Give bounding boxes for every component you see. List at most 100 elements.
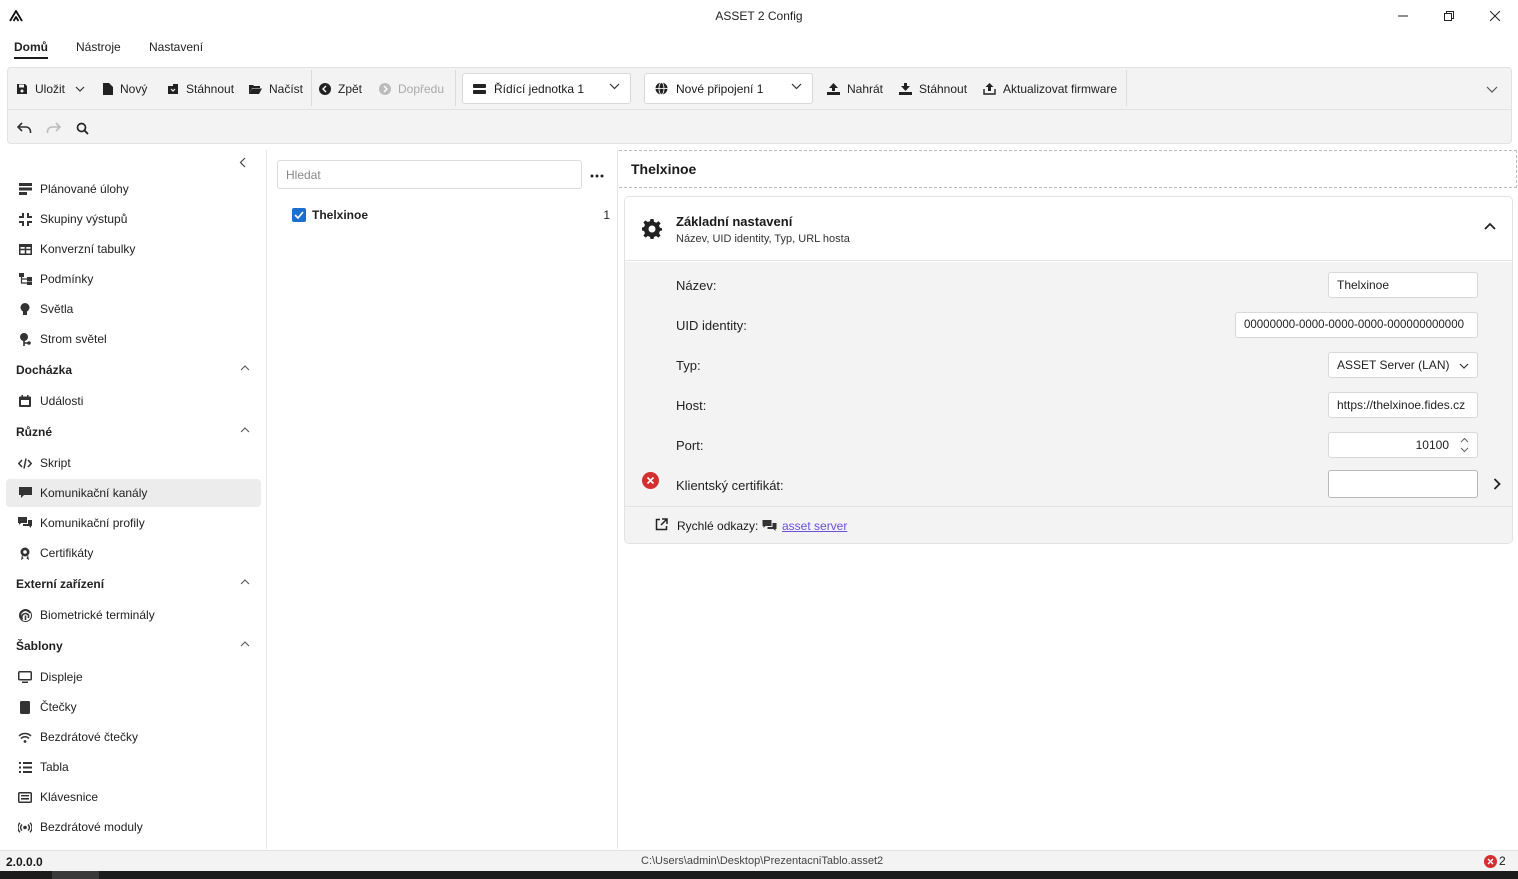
connection-select[interactable]: Nové připojení 1 [644,73,813,104]
port-stepper[interactable]: 10100 [1328,432,1478,458]
minimize-button[interactable] [1380,0,1426,32]
taskbar-app-button[interactable] [52,871,99,879]
control-unit-select[interactable]: Řídící jednotka 1 [462,73,631,104]
tab-home[interactable]: Domů [14,40,48,59]
chevron-down-icon [1486,86,1498,93]
redo-button[interactable] [46,118,68,138]
separator [1126,70,1127,106]
checkbox-checked-icon[interactable] [292,208,306,222]
save-button[interactable]: Uložit [16,79,85,99]
new-button[interactable]: Nový [103,79,147,99]
sidebar-item-scheduled-tasks[interactable]: Plánované úlohy [6,175,261,203]
separator [311,70,312,106]
back-label: Zpět [338,82,363,96]
redo-icon [46,122,61,133]
section-external-devices[interactable]: Externí zařízení [16,574,256,594]
section-misc[interactable]: Různé [16,422,256,442]
sidebar-item-displays[interactable]: Displeje [6,663,261,691]
sidebar-item-label: Konverzní tabulky [40,242,136,256]
chevron-up-icon [240,365,250,371]
sidebar-collapse-button[interactable] [239,157,246,171]
section-templates[interactable]: Šablony [16,636,256,656]
sidebar-item-boards[interactable]: Tabla [6,753,261,781]
restore-button[interactable] [1426,0,1472,32]
list-icon [16,761,34,773]
upload-button[interactable]: Nahrát [827,79,883,99]
sidebar-item-certificates[interactable]: Certifikáty [6,539,261,567]
sidebar-item-label: Strom světel [40,332,107,346]
quick-link-item[interactable]: asset server [762,519,847,533]
upload-icon [827,83,840,95]
certificate-field[interactable] [1328,470,1478,498]
card-body: Název: Thelxinoe UID identity: 00000000-… [625,262,1512,506]
sidebar-item-label: Biometrické terminály [40,608,155,622]
sidebar-item-label: Události [40,394,84,408]
chevron-up-icon [240,579,250,585]
undo-button[interactable] [17,118,39,138]
ribbon-expand-button[interactable] [1486,79,1505,99]
sidebar-item-wireless-readers[interactable]: Bezdrátové čtečky [6,723,261,751]
globe-icon [655,82,668,95]
chevron-down-icon [791,83,802,90]
search-input[interactable] [277,160,582,189]
sidebar-item-communication-profiles[interactable]: Komunikační profily [6,509,261,537]
chevron-up-icon[interactable] [1484,222,1496,230]
sidebar-item-light-tree[interactable]: Strom světel [6,325,261,353]
search-button[interactable] [76,118,96,138]
sidebar-item-communication-channels[interactable]: Komunikační kanály [6,479,261,507]
download-device-button[interactable]: Stáhnout [899,79,967,99]
sidebar-item-output-groups[interactable]: Skupiny výstupů [6,205,261,233]
chevron-up-icon [240,427,250,433]
server-icon [473,83,486,94]
back-circle-icon [319,83,331,95]
close-button[interactable] [1472,0,1518,32]
error-status[interactable]: 2 [1484,854,1506,868]
sidebar-item-keyboards[interactable]: Klávesnice [6,783,261,811]
more-options-button[interactable] [590,167,604,181]
sidebar-item-readers[interactable]: Čtečky [6,693,261,721]
asset-server-link[interactable]: asset server [782,519,847,533]
download-button[interactable]: Stáhnout [167,79,234,99]
control-unit-value: Řídící jednotka 1 [494,81,585,96]
sidebar-item-events[interactable]: Události [6,387,261,415]
update-firmware-label: Aktualizovat firmware [1003,82,1118,96]
list-item-label: Thelxinoe [312,208,369,222]
error-count: 2 [1499,854,1506,868]
sidebar-item-script[interactable]: Skript [6,449,261,477]
wifi-icon [16,732,34,743]
restore-icon [1444,11,1454,21]
update-firmware-button[interactable]: Aktualizovat firmware [983,79,1117,99]
type-select[interactable]: ASSET Server (LAN) [1328,352,1478,378]
sidebar-item-lights[interactable]: Světla [6,295,261,323]
stepper-arrows-icon[interactable] [1460,436,1469,454]
error-icon [1484,854,1497,868]
section-attendance[interactable]: Docházka [16,360,256,380]
host-field[interactable]: https://thelxinoe.fides.cz [1328,392,1478,418]
sidebar-item-conditions[interactable]: Podmínky [6,265,261,293]
section-title: Různé [16,425,52,439]
chats-icon [16,517,34,529]
title-bar: ASSET 2 Config [0,0,1518,32]
sidebar-item-label: Skript [40,456,71,470]
tab-settings[interactable]: Nastavení [149,40,203,54]
radio-icon [16,821,34,833]
new-label: Nový [120,82,148,96]
download-file-icon [168,84,178,94]
name-field[interactable]: Thelxinoe [1328,272,1478,298]
list-item[interactable]: Thelxinoe 1 [292,205,614,225]
chevron-down-icon [1459,363,1469,369]
sidebar-item-biometric-terminals[interactable]: Biometrické terminály [6,601,261,629]
uid-field[interactable]: 00000000-0000-0000-0000-000000000000 [1235,312,1478,338]
sidebar-item-wireless-modules[interactable]: Bezdrátové moduly [6,813,261,841]
sidebar-item-conversion-tables[interactable]: Konverzní tabulky [6,235,261,263]
card-header[interactable]: Základní nastavení Název, UID identity, … [625,197,1512,261]
chat-icon [16,487,34,499]
new-file-icon [103,83,113,95]
back-button[interactable]: Zpět [319,79,362,99]
name-label: Název: [676,278,717,293]
minimize-icon [1398,15,1408,17]
forward-button[interactable]: Dopředu [379,79,444,99]
chevron-right-icon[interactable] [1493,478,1501,490]
tab-tools[interactable]: Nástroje [76,40,121,54]
load-button[interactable]: Načíst [249,79,303,99]
